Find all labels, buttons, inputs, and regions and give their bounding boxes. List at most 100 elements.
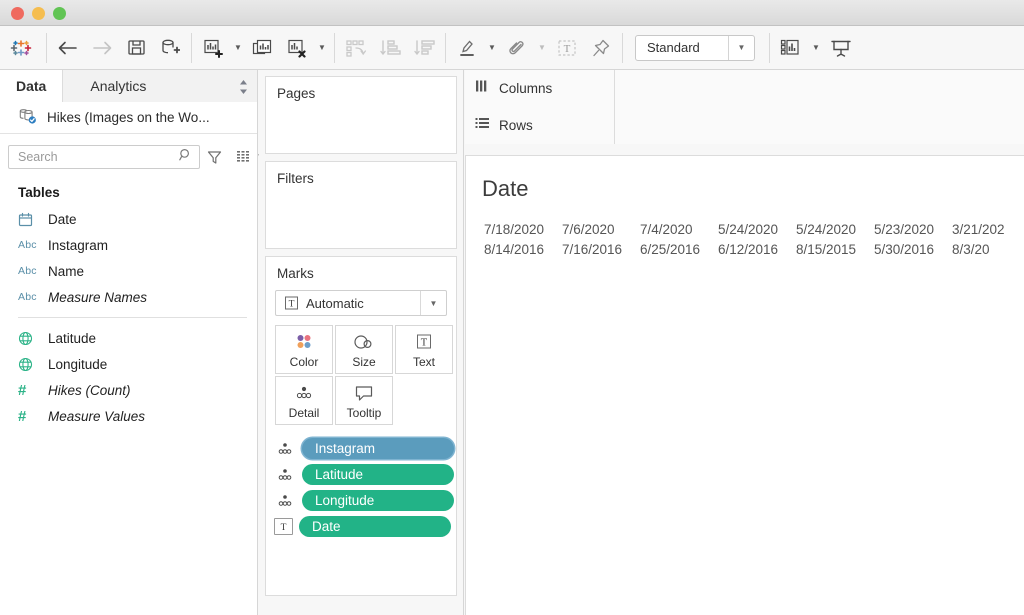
color-shelf-label: Color [290,355,319,369]
close-window-button[interactable] [11,7,24,20]
measures-list: Latitude Longitude # Hikes (Count) # Mea… [0,325,257,429]
show-me-caret[interactable]: ▼ [808,31,824,65]
new-worksheet-caret[interactable]: ▼ [230,31,246,65]
tab-analytics-label: Analytics [90,78,146,94]
field-measure-names[interactable]: Abc Measure Names [0,284,257,310]
field-hikes-count[interactable]: # Hikes (Count) [0,377,257,403]
text-label-icon[interactable]: T [550,31,584,65]
mark-type-dropdown[interactable]: T Automatic ▼ [275,290,447,316]
chevron-down-icon[interactable]: ▼ [728,36,754,60]
paperclip-caret[interactable]: ▼ [534,31,550,65]
minimize-window-button[interactable] [32,7,45,20]
tab-analytics[interactable]: Analytics [62,70,257,102]
toolbar-divider [769,33,770,63]
mark-pill-row[interactable]: Latitude [274,464,456,485]
pages-card[interactable]: Pages [265,76,457,154]
new-data-source-button[interactable] [153,31,187,65]
worksheet-text-table: 7/18/2020 7/6/2020 7/4/2020 5/24/2020 5/… [466,202,1024,260]
columns-icon [475,79,490,98]
size-shelf-button[interactable]: Size [335,325,393,374]
toolbar-divider [191,33,192,63]
pushpin-icon[interactable] [584,31,618,65]
search-field[interactable] [8,145,200,169]
duplicate-sheet-button[interactable] [246,31,280,65]
color-shelf-button[interactable]: Color [275,325,333,374]
field-name[interactable]: Abc Name [0,258,257,284]
mark-pill-date[interactable]: Date [299,516,451,537]
field-list-divider [18,317,247,318]
mark-pill-row[interactable]: T Date [274,516,456,537]
mark-pill-longitude[interactable]: Longitude [302,490,454,511]
fit-dropdown[interactable]: Standard ▼ [635,35,755,61]
svg-text:T: T [288,300,294,310]
toolbar-divider [622,33,623,63]
svg-text:T: T [281,523,287,533]
mark-pill-row[interactable]: Instagram [274,438,456,459]
new-worksheet-button[interactable] [196,31,230,65]
field-latitude[interactable]: Latitude [0,325,257,351]
worksheet-row: 7/18/2020 7/6/2020 7/4/2020 5/24/2020 5/… [484,220,1024,240]
date-cell: 8/14/2016 [484,240,562,260]
highlighter-icon[interactable] [450,31,484,65]
back-button[interactable] [51,31,85,65]
tooltip-icon [354,381,374,405]
marks-shelf-buttons: Color Size T Text [275,325,456,427]
detail-dots-icon [274,465,296,485]
chevron-down-icon[interactable]: ▼ [420,291,446,315]
save-button[interactable] [119,31,153,65]
date-cell: 7/6/2020 [562,220,640,240]
tooltip-shelf-button[interactable]: Tooltip [335,376,393,425]
tableau-logo-icon[interactable] [0,37,42,59]
detail-dots-icon [274,439,296,459]
field-date[interactable]: Date [0,206,257,232]
funnel-icon[interactable] [207,146,222,168]
swap-axes-icon[interactable] [339,31,373,65]
clear-sheet-button[interactable] [280,31,314,65]
field-instagram[interactable]: Abc Instagram [0,232,257,258]
mark-pill-instagram[interactable]: Instagram [302,438,454,459]
rows-shelf-dropzone[interactable] [615,107,1024,144]
columns-shelf-dropzone[interactable] [615,70,1024,107]
sort-ascending-icon[interactable] [373,31,407,65]
size-circles-icon [352,330,376,354]
date-cell: 7/4/2020 [640,220,718,240]
field-measure-values[interactable]: # Measure Values [0,403,257,429]
text-shelf-button[interactable]: T Text [395,325,453,374]
date-cell: 7/18/2020 [484,220,562,240]
marks-card-title: Marks [266,257,456,281]
forward-button[interactable] [85,31,119,65]
color-dots-icon [293,330,315,354]
detail-shelf-button[interactable]: Detail [275,376,333,425]
columns-shelf[interactable]: Columns [465,70,1024,107]
show-me-button[interactable] [774,31,808,65]
grid-icon[interactable] [236,146,251,168]
paperclip-icon[interactable] [500,31,534,65]
rows-shelf-label: Rows [499,118,533,133]
tables-header: Tables [0,175,257,206]
worksheet-canvas[interactable]: Date 7/18/2020 7/6/2020 7/4/2020 5/24/20… [465,155,1024,615]
number-icon: # [18,409,48,424]
detail-shelf-label: Detail [289,406,320,420]
date-cell: 3/21/202 [952,220,1024,240]
search-input[interactable] [18,150,179,164]
rows-shelf[interactable]: Rows [465,107,1024,144]
mark-pill-latitude[interactable]: Latitude [302,464,454,485]
tab-data[interactable]: Data [0,70,62,102]
field-label: Date [48,212,77,227]
highlighter-caret[interactable]: ▼ [484,31,500,65]
number-icon: # [18,383,48,398]
mark-pill-row[interactable]: Longitude [274,490,456,511]
data-source-row[interactable]: Hikes (Images on the Wo... [0,102,257,134]
field-longitude[interactable]: Longitude [0,351,257,377]
sort-descending-icon[interactable] [407,31,441,65]
zoom-window-button[interactable] [53,7,66,20]
filters-card[interactable]: Filters [265,161,457,249]
updown-chevron-icon[interactable] [238,79,249,100]
date-cell: 7/16/2016 [562,240,640,260]
field-label: Hikes (Count) [48,383,131,398]
pane-tabs: Data Analytics [0,70,257,102]
filters-card-title: Filters [266,162,456,186]
presentation-icon[interactable] [824,31,858,65]
clear-sheet-caret[interactable]: ▼ [314,31,330,65]
text-mark-icon: T [274,518,293,535]
